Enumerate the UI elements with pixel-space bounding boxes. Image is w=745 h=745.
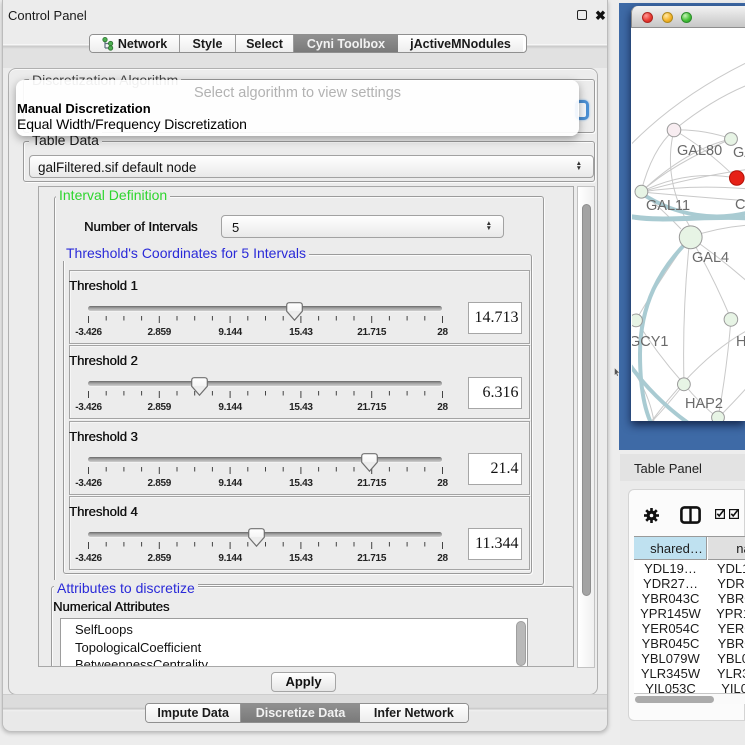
svg-text:H: H xyxy=(736,334,745,350)
svg-text:GAL4: GAL4 xyxy=(692,250,729,266)
svg-text:GCY1: GCY1 xyxy=(632,334,669,350)
svg-text:C: C xyxy=(735,197,745,213)
svg-text:HAP2: HAP2 xyxy=(685,396,723,412)
svg-text:GAL11: GAL11 xyxy=(646,198,690,214)
svg-text:GAL80: GAL80 xyxy=(677,143,722,159)
svg-text:GA: GA xyxy=(733,145,745,161)
